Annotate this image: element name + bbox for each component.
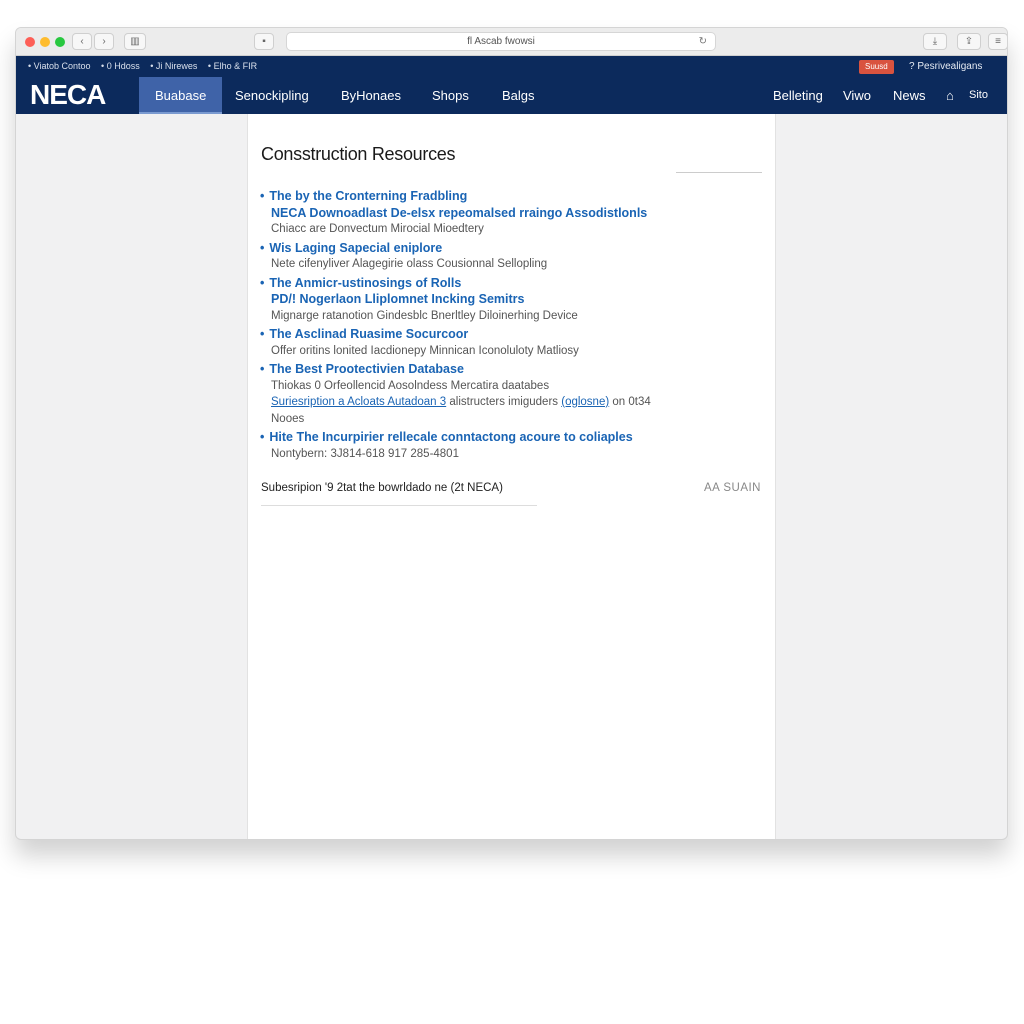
nav-item-database[interactable]: Buabase (139, 77, 223, 114)
resource-desc: Mignarge ratanotion Gindesblc Bnerltley … (271, 309, 578, 322)
utility-link[interactable]: • Viatob Contoo (28, 61, 91, 71)
list-item: Hite The Incurpirier rellecale conntacto… (260, 429, 760, 462)
nav-item[interactable]: Senockipling (235, 77, 309, 114)
resource-list: The by the Cronterning Fradbling NECA Do… (260, 188, 760, 464)
list-item: Wis Laging Sapecial eniplore Nete cifeny… (260, 240, 760, 273)
back-button[interactable]: ‹ (72, 33, 92, 50)
resource-link[interactable]: The Best Prootectivien Database (260, 361, 760, 378)
nav-item[interactable]: Belleting (773, 77, 823, 114)
share-icon[interactable]: ⇪ (957, 33, 981, 50)
footer-link[interactable]: AA SUAIN (704, 482, 761, 494)
content-panel: Consstruction Resources The by the Cront… (247, 114, 776, 839)
nav-item[interactable]: ByHonaes (341, 77, 401, 114)
utility-bar: • Viatob Contoo • 0 Hdoss • Ji Nirewes •… (16, 56, 1007, 77)
help-link[interactable]: ? Pesrivealigans (909, 56, 982, 77)
nav-item-shops[interactable]: Shops (432, 77, 469, 114)
resource-link[interactable]: Hite The Incurpirier rellecale conntacto… (260, 429, 760, 446)
subscription-text: on 0t34 (609, 396, 651, 408)
close-icon[interactable] (25, 37, 35, 47)
browser-window: ‹ › ▥ ▪ fl Ascab fwowsi ↻ ⤓ ⇪ ≡ • Viatob … (15, 27, 1008, 840)
sidebar-icon[interactable]: ▥ (124, 33, 146, 50)
reader-icon[interactable]: ▪ (254, 33, 274, 50)
list-item: The Anmicr-ustinosings of Rolls PD/! Nog… (260, 275, 760, 325)
utility-link[interactable]: • Elho & FIR (208, 61, 257, 71)
list-item: The by the Cronterning Fradbling NECA Do… (260, 188, 760, 238)
main-nav: NECA Buabase Senockipling ByHonaes Shops… (16, 77, 1007, 114)
download-icon[interactable]: ⤓ (923, 33, 947, 50)
resource-link[interactable]: The Anmicr-ustinosings of Rolls (260, 275, 760, 292)
resource-link[interactable]: The by the Cronterning Fradbling (260, 188, 760, 205)
resource-link[interactable]: The Asclinad Ruasime Socurcoor (260, 326, 760, 343)
resource-desc: Chiacc are Donvectum Mirocial Mioedtery (271, 223, 484, 235)
subscription-line: Suriesription a Acloats Autadoan 3 alist… (260, 394, 760, 411)
resource-link[interactable]: NECA Downoadlast De-elsx repeomalsed rra… (260, 205, 760, 222)
subscription-text: alistructers imiguders (446, 396, 562, 408)
url-text: fl Ascab fwowsi (467, 36, 535, 47)
site-header: • Viatob Contoo • 0 Hdoss • Ji Nirewes •… (16, 56, 1007, 114)
nav-item-video[interactable]: Viwo (843, 77, 871, 114)
utility-link[interactable]: • 0 Hdoss (101, 61, 140, 71)
resource-note: Nooes (271, 412, 305, 425)
nav-item-news[interactable]: News (893, 77, 926, 114)
inline-link[interactable]: (oglosne) (561, 396, 609, 408)
subscription-link[interactable]: Suriesription a Acloats Autadoan 3 (271, 396, 446, 408)
resource-desc: Thiokas 0 Orfeollencid Aosolndess Mercat… (271, 379, 550, 392)
subscribe-button[interactable]: Suusd (859, 60, 894, 74)
footer-note: Subesripion '9 2tat the bowrldado ne (2t… (261, 482, 503, 494)
address-bar[interactable]: fl Ascab fwowsi ↻ (286, 32, 716, 51)
home-icon[interactable]: ⌂ (946, 77, 954, 114)
page-title: Consstruction Resources (261, 144, 456, 164)
resource-desc: Nontybern: 3J814-618 917 285-4801 (271, 447, 459, 460)
reload-icon[interactable]: ↻ (699, 33, 707, 50)
tabs-icon[interactable]: ≡ (988, 33, 1007, 50)
neca-logo[interactable]: NECA (30, 79, 106, 111)
list-item: The Asclinad Ruasime Socurcoor Offer ori… (260, 326, 760, 359)
maximize-icon[interactable] (55, 37, 65, 47)
list-item: The Best Prootectivien Database Thiokas … (260, 361, 760, 427)
nav-item-site[interactable]: Sito (969, 77, 988, 114)
divider (676, 172, 762, 173)
resource-link[interactable]: PD/! Nogerlaon Lliplomnet Incking Semitr… (260, 291, 760, 308)
browser-toolbar: ‹ › ▥ ▪ fl Ascab fwowsi ↻ ⤓ ⇪ ≡ (16, 28, 1007, 56)
resource-desc: Offer oritins lonited Iacdionepy Minnica… (271, 344, 579, 357)
forward-button[interactable]: › (94, 33, 114, 50)
resource-desc: Nete cifenyliver Alagegirie olass Cousio… (271, 258, 548, 270)
resource-link[interactable]: Wis Laging Sapecial eniplore (260, 240, 760, 257)
utility-link[interactable]: • Ji Nirewes (150, 61, 197, 71)
divider (261, 505, 537, 506)
minimize-icon[interactable] (40, 37, 50, 47)
nav-item[interactable]: Balgs (502, 77, 535, 114)
